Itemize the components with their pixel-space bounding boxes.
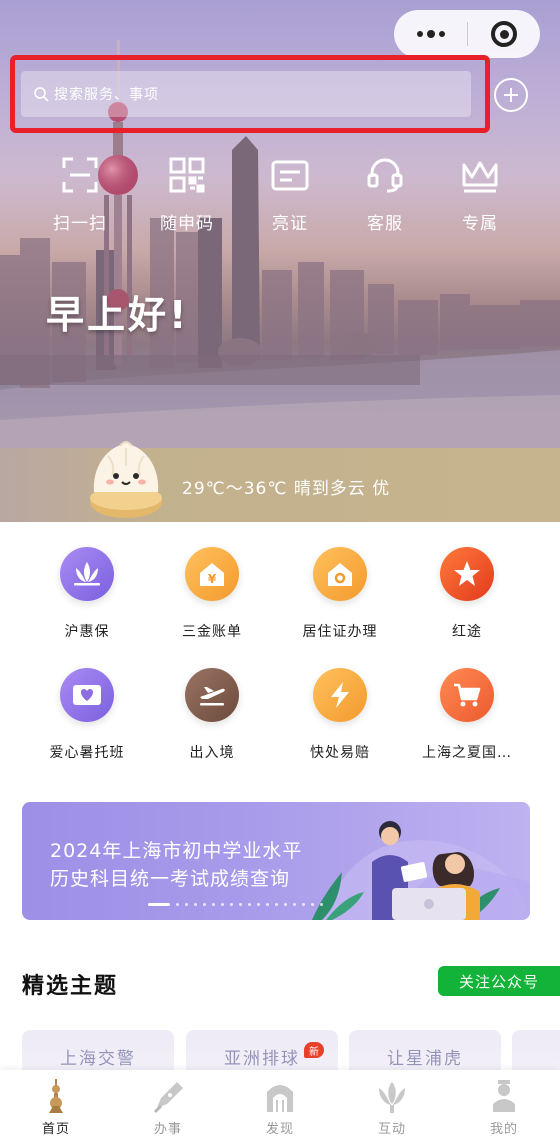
weather-text: 29℃～36℃ 晴到多云 优 — [182, 479, 391, 499]
service-shanghai-summer[interactable]: 上海之夏国… — [397, 668, 537, 762]
xiaolongbao-mascot — [90, 441, 162, 518]
miniprogram-capsule — [394, 10, 540, 58]
tab-mine[interactable]: 我的 — [448, 1078, 560, 1137]
tab-home[interactable]: 首页 — [0, 1078, 112, 1137]
service-summer-care[interactable]: 爱心暑托班 — [17, 668, 157, 762]
scan-icon — [62, 157, 98, 193]
home-tower-icon — [49, 1079, 63, 1113]
promo-banner[interactable]: 2024年上海市初中学业水平 历史科目统一考试成绩查询 — [22, 802, 530, 920]
banner-title-line2: 历史科目统一考试成绩查询 — [50, 868, 291, 890]
heart-board-icon — [73, 685, 101, 705]
search-icon — [34, 87, 49, 102]
service-huhuibao[interactable]: 沪惠保 — [17, 547, 157, 641]
quick-action-show-card[interactable]: 亮证 — [245, 155, 335, 234]
quick-action-qrcode[interactable]: 随申码 — [142, 155, 232, 234]
service-icon-bg: ¥ — [185, 547, 239, 601]
service-sanjin-bill[interactable]: ¥ 三金账单 — [142, 547, 282, 641]
lotus-icon — [74, 562, 100, 586]
search-placeholder: 搜索服务、事项 — [54, 87, 159, 103]
plus-icon — [504, 88, 518, 102]
quick-action-exclusive[interactable]: 专属 — [435, 155, 525, 234]
banner-pagination — [148, 903, 323, 906]
service-icon-bg — [440, 547, 494, 601]
search-input[interactable]: 搜索服务、事项 — [21, 71, 471, 117]
yuan-house-icon: ¥ — [200, 563, 224, 586]
more-menu-button[interactable] — [394, 29, 467, 38]
hero-banner: 搜索服务、事项 扫一扫 随申码 亮证 客服 专属 早上好! 29℃～36℃ 晴到… — [0, 0, 560, 522]
headset-icon — [367, 158, 403, 193]
tab-affairs[interactable]: 办事 — [112, 1078, 224, 1137]
tab-discover[interactable]: 发现 — [224, 1078, 336, 1137]
flower-icon — [379, 1082, 405, 1113]
service-quick-claim[interactable]: 快处易赔 — [270, 668, 410, 762]
greeting-text: 早上好! — [46, 293, 190, 337]
add-button[interactable] — [494, 78, 528, 112]
crown-icon — [462, 161, 498, 193]
close-miniprogram-button[interactable] — [468, 21, 540, 47]
gate-icon — [267, 1085, 293, 1112]
topic-card[interactable]: 让星浦虎 — [349, 1030, 501, 1070]
lightning-icon — [331, 682, 349, 708]
banner-title-line1: 2024年上海市初中学业水平 — [50, 840, 303, 862]
quick-action-scan[interactable]: 扫一扫 — [35, 155, 125, 234]
service-hongtu[interactable]: 红途 — [397, 547, 537, 641]
service-residence-permit[interactable]: 居住证办理 — [270, 547, 410, 641]
bottom-tab-bar: 首页 办事 发现 互动 我的 — [0, 1070, 560, 1142]
service-icon-bg — [313, 668, 367, 722]
service-entry-exit[interactable]: 出入境 — [142, 668, 282, 762]
service-icon-bg — [313, 547, 367, 601]
section-title: 精选主题 — [22, 974, 119, 999]
svg-text:¥: ¥ — [208, 572, 217, 586]
topic-card[interactable] — [512, 1030, 560, 1070]
person-icon — [493, 1080, 515, 1112]
target-circle-icon — [491, 21, 517, 47]
tab-interact[interactable]: 互动 — [336, 1078, 448, 1137]
cart-icon — [454, 683, 481, 707]
home-icon — [328, 563, 352, 586]
topic-card[interactable]: 上海交警 — [22, 1030, 174, 1070]
service-icon-bg — [185, 668, 239, 722]
qr-code-icon — [169, 157, 205, 193]
card-icon — [271, 160, 309, 191]
follow-account-button[interactable]: 关注公众号 — [438, 966, 560, 996]
quick-action-service[interactable]: 客服 — [340, 155, 430, 234]
quick-actions: 扫一扫 随申码 亮证 客服 专属 — [0, 155, 560, 245]
new-badge: 新 — [304, 1042, 324, 1058]
service-icon-bg — [60, 668, 114, 722]
pen-icon — [153, 1082, 183, 1114]
star-icon — [454, 561, 480, 586]
service-icon-bg — [60, 547, 114, 601]
plane-icon — [200, 687, 225, 706]
service-icon-bg — [440, 668, 494, 722]
topic-cards: 上海交警 亚洲排球 让星浦虎 — [0, 1030, 560, 1070]
